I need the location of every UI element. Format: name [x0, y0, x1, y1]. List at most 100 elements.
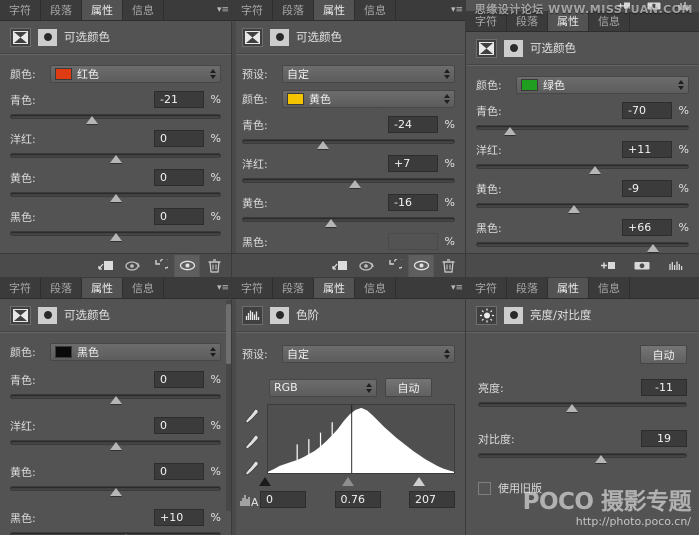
cyan-slider[interactable]: [242, 136, 455, 150]
black-value[interactable]: +10: [154, 509, 204, 526]
yellow-thumb[interactable]: [110, 488, 122, 496]
use-legacy-row[interactable]: 使用旧版: [478, 468, 687, 496]
tab-paragraph[interactable]: 段落: [41, 0, 82, 20]
color-dropdown[interactable]: 绿色: [516, 76, 689, 94]
tab-info[interactable]: 信息: [123, 0, 164, 20]
tab-info[interactable]: 信息: [355, 278, 396, 298]
eyedropper-white-icon[interactable]: [242, 459, 262, 477]
tab-properties[interactable]: 属性: [548, 278, 589, 298]
black-slider[interactable]: [10, 228, 221, 242]
color-dropdown[interactable]: 黄色: [282, 90, 455, 108]
preset-dropdown[interactable]: 自定: [282, 345, 455, 363]
auto-button[interactable]: 自动: [640, 345, 687, 364]
tab-paragraph[interactable]: 段落: [41, 278, 82, 298]
panel-menu-icon[interactable]: ▾≡: [215, 0, 231, 20]
clip-to-layer-icon[interactable]: [327, 255, 353, 277]
use-legacy-checkbox[interactable]: [478, 482, 491, 495]
yellow-slider[interactable]: [476, 200, 689, 214]
layer-mask-icon[interactable]: [38, 307, 57, 324]
yellow-value[interactable]: -16: [388, 194, 438, 211]
tab-character[interactable]: 字符: [0, 0, 41, 20]
yellow-slider[interactable]: [242, 214, 455, 228]
new-layer-icon[interactable]: [595, 255, 621, 277]
preview-previous-state-icon[interactable]: [120, 255, 146, 277]
delete-icon[interactable]: [435, 255, 461, 277]
black-slider[interactable]: [10, 529, 221, 535]
levels-white-thumb[interactable]: [413, 477, 425, 486]
tab-info[interactable]: 信息: [589, 11, 630, 31]
cyan-thumb[interactable]: [86, 116, 98, 124]
contrast-thumb[interactable]: [595, 455, 607, 463]
layer-mask-icon[interactable]: [270, 29, 289, 46]
magenta-thumb[interactable]: [589, 166, 601, 174]
tab-properties[interactable]: 属性: [314, 0, 355, 20]
cyan-value[interactable]: 0: [154, 371, 204, 388]
camera-icon[interactable]: [629, 255, 655, 277]
levels-gamma-input[interactable]: 0.76: [335, 491, 381, 508]
tab-paragraph[interactable]: 段落: [507, 11, 548, 31]
vertical-scrollbar[interactable]: [226, 300, 231, 511]
cyan-thumb[interactable]: [110, 396, 122, 404]
selective-color-icon[interactable]: [10, 306, 31, 325]
selective-color-icon[interactable]: [242, 28, 263, 47]
tab-character[interactable]: 字符: [466, 278, 507, 298]
tab-info[interactable]: 信息: [355, 0, 396, 20]
levels-white-input[interactable]: 207: [409, 491, 455, 508]
black-thumb[interactable]: [110, 233, 122, 241]
levels-histogram[interactable]: [267, 404, 455, 474]
color-dropdown[interactable]: 红色: [50, 65, 221, 83]
preset-dropdown[interactable]: 自定: [282, 65, 455, 83]
layer-mask-icon[interactable]: [38, 29, 57, 46]
tab-character[interactable]: 字符: [232, 0, 273, 20]
cyan-value[interactable]: -21: [154, 91, 204, 108]
panel-menu-icon[interactable]: ▾≡: [449, 278, 465, 298]
cyan-thumb[interactable]: [317, 141, 329, 149]
layer-mask-icon[interactable]: [504, 307, 523, 324]
tab-info[interactable]: 信息: [123, 278, 164, 298]
channel-dropdown[interactable]: RGB: [269, 379, 377, 397]
add-mask-icon[interactable]: [617, 1, 631, 11]
toggle-visibility-icon[interactable]: [174, 255, 200, 277]
layer-mask-icon[interactable]: [504, 40, 523, 57]
black-value[interactable]: 0: [154, 208, 204, 225]
levels-gamma-thumb[interactable]: [342, 477, 354, 486]
selective-color-icon[interactable]: [10, 28, 31, 47]
yellow-value[interactable]: -9: [622, 180, 672, 197]
magenta-value[interactable]: 0: [154, 130, 204, 147]
tab-paragraph[interactable]: 段落: [507, 278, 548, 298]
brightness-contrast-icon[interactable]: [476, 306, 497, 325]
cyan-slider[interactable]: [10, 111, 221, 125]
reset-icon[interactable]: [381, 255, 407, 277]
tab-info[interactable]: 信息: [589, 278, 630, 298]
tab-paragraph[interactable]: 段落: [273, 278, 314, 298]
magenta-slider[interactable]: [10, 437, 221, 451]
levels-icon[interactable]: [242, 306, 263, 325]
tab-character[interactable]: 字符: [466, 11, 507, 31]
auto-button[interactable]: 自动: [385, 378, 432, 397]
cyan-slider[interactable]: [476, 122, 689, 136]
layer-mask-icon[interactable]: [270, 307, 289, 324]
cyan-value[interactable]: -70: [622, 102, 672, 119]
cyan-value[interactable]: -24: [388, 116, 438, 133]
contrast-slider[interactable]: [478, 450, 687, 464]
magenta-thumb[interactable]: [349, 180, 361, 188]
delete-icon[interactable]: [201, 255, 227, 277]
black-value[interactable]: [388, 233, 438, 250]
magenta-slider[interactable]: [10, 150, 221, 164]
brightness-thumb[interactable]: [566, 404, 578, 412]
tab-properties[interactable]: 属性: [82, 0, 123, 20]
yellow-slider[interactable]: [10, 189, 221, 203]
yellow-thumb[interactable]: [110, 194, 122, 202]
tab-character[interactable]: 字符: [0, 278, 41, 298]
yellow-slider[interactable]: [10, 483, 221, 497]
toggle-visibility-icon[interactable]: [408, 255, 434, 277]
yellow-value[interactable]: 0: [154, 169, 204, 186]
histogram-icon[interactable]: [663, 255, 689, 277]
eyedropper-gray-icon[interactable]: [242, 433, 262, 451]
brightness-value[interactable]: -11: [641, 379, 687, 396]
contrast-value[interactable]: 19: [641, 430, 687, 447]
reset-icon[interactable]: [147, 255, 173, 277]
tab-properties[interactable]: 属性: [82, 278, 123, 298]
camera-icon[interactable]: [647, 1, 661, 11]
black-value[interactable]: +66: [622, 219, 672, 236]
